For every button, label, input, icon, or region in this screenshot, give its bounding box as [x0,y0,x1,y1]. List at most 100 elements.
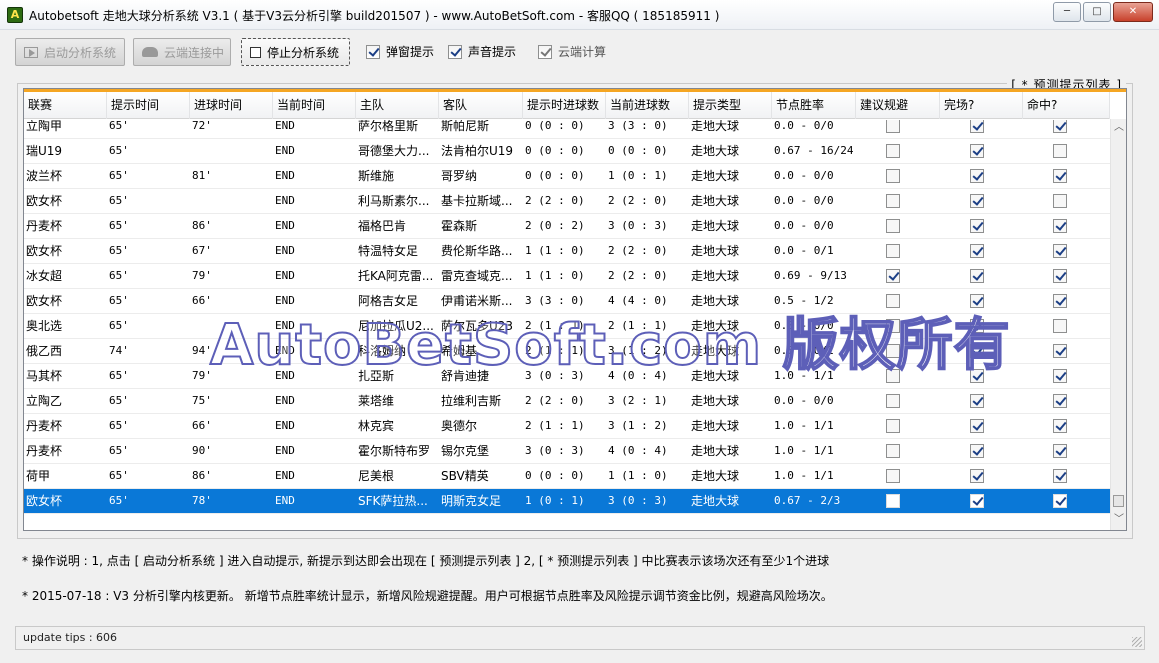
header-tip-time-col[interactable]: 提示时间 [107,92,190,119]
scroll-up-icon[interactable]: ︿ [1114,123,1124,133]
avoid-checkbox[interactable] [886,419,900,433]
finished-checkbox[interactable] [970,344,984,358]
finished-checkbox[interactable] [970,194,984,208]
scroll-down-icon[interactable]: ﹀ [1114,515,1124,525]
finished-checkbox[interactable] [970,219,984,233]
minimize-button[interactable]: ─ [1053,2,1081,22]
avoid-checkbox[interactable] [886,344,900,358]
header-hit-col[interactable]: 命中? [1023,92,1110,119]
table-row[interactable]: 立陶乙 65' 75' END 莱塔维 拉维利吉斯 2 (2 : 0) 3 (2 : 1) 走地… [24,389,1110,414]
tip-time-cell: 65' [109,394,129,407]
table-row[interactable]: 奥北选 65' END 尼加拉瓜U2... 萨尔瓦多U23 2 (1 : 1) 2 (1 :… [24,314,1110,339]
avoid-checkbox[interactable] [886,169,900,183]
header-goal-time-col[interactable]: 进球时间 [190,92,273,119]
hit-checkbox[interactable] [1053,419,1067,433]
table-row[interactable]: 冰女超 65' 79' END 托KA阿克雷... 雷克查域克... 1 (1 : 0) 2 … [24,264,1110,289]
cloud-calc-checkbox[interactable]: 云端计算 [538,43,606,60]
avoid-checkbox[interactable] [886,444,900,458]
hit-checkbox[interactable] [1053,194,1067,208]
header-current-goals-col[interactable]: 当前进球数 [606,92,689,119]
finished-checkbox[interactable] [970,494,984,508]
home-cell: 福格巴肯 [358,219,407,233]
hit-checkbox[interactable] [1053,319,1067,333]
hit-checkbox[interactable] [1053,469,1067,483]
avoid-checkbox[interactable] [886,494,900,508]
table-row[interactable]: 丹麦杯 65' 66' END 林克宾 奥德尔 2 (1 : 1) 3 (1 : 2) 走地大球… [24,414,1110,439]
avoid-checkbox[interactable] [886,194,900,208]
hit-checkbox[interactable] [1053,269,1067,283]
prediction-list[interactable]: 联赛 提示时间 进球时间 当前时间 主队 客队 提示时进球数 当前进球数 提示类型 节点胜率 建议规… [23,88,1127,531]
table-row[interactable]: 丹麦杯 65' 86' END 福格巴肯 霍森斯 2 (0 : 2) 3 (0 : 3) 走地大… [24,214,1110,239]
table-row[interactable]: 波兰杯 65' 81' END 斯维施 哥罗纳 0 (0 : 0) 1 (0 : 1) 走地大球… [24,164,1110,189]
avoid-checkbox[interactable] [886,319,900,333]
hit-checkbox[interactable] [1053,120,1067,133]
header-current-time-col[interactable]: 当前时间 [273,92,356,119]
hit-checkbox[interactable] [1053,344,1067,358]
node-rate-cell: 0.0 - 0/0 [774,194,834,207]
avoid-checkbox[interactable] [886,294,900,308]
header-home-col[interactable]: 主队 [356,92,439,119]
hit-checkbox[interactable] [1053,494,1067,508]
status-bar: update tips : 606 [15,626,1145,650]
finished-checkbox[interactable] [970,419,984,433]
away-cell: 明斯克女足 [441,494,502,508]
header-finished-col[interactable]: 完场? [940,92,1023,119]
finished-checkbox[interactable] [970,444,984,458]
hit-checkbox[interactable] [1053,394,1067,408]
hit-checkbox[interactable] [1053,244,1067,258]
finished-checkbox[interactable] [970,319,984,333]
finished-checkbox[interactable] [970,469,984,483]
hit-checkbox[interactable] [1053,444,1067,458]
header-league-col[interactable]: 联赛 [24,92,107,119]
avoid-checkbox[interactable] [886,219,900,233]
hit-checkbox[interactable] [1053,169,1067,183]
start-analysis-button[interactable]: 启动分析系统 [15,38,125,66]
finished-checkbox[interactable] [970,244,984,258]
league-cell: 俄乙西 [26,344,63,358]
header-avoid-col[interactable]: 建议规避 [856,92,940,119]
finished-checkbox[interactable] [970,394,984,408]
header-away-col[interactable]: 客队 [439,92,523,119]
close-button[interactable]: ✕ [1113,2,1153,22]
table-row[interactable]: 俄乙西 74' 94' END 科洛姆纳 希姆基 2 (1 : 1) 3 (1 : 2) 走地大… [24,339,1110,364]
hit-checkbox[interactable] [1053,144,1067,158]
header-node-rate-col[interactable]: 节点胜率 [772,92,856,119]
finished-checkbox[interactable] [970,144,984,158]
maximize-button[interactable]: □ [1083,2,1111,22]
table-row[interactable]: 立陶甲 65' 72' END 萨尔格里斯 斯帕尼斯 0 (0 : 0) 3 (3 : 0) 走… [24,120,1110,139]
hit-checkbox[interactable] [1053,219,1067,233]
avoid-checkbox[interactable] [886,469,900,483]
table-row[interactable]: 瑞U19 65' END 哥德堡大力... 法肯柏尔U19 0 (0 : 0) 0 (0 :… [24,139,1110,164]
avoid-checkbox[interactable] [886,269,900,283]
finished-checkbox[interactable] [970,169,984,183]
finished-checkbox[interactable] [970,269,984,283]
table-row[interactable]: 马其杯 65' 79' END 扎亞斯 舒肯迪捷 3 (0 : 3) 4 (0 : 4) 走地大… [24,364,1110,389]
finished-checkbox[interactable] [970,294,984,308]
avoid-checkbox[interactable] [886,120,900,133]
avoid-checkbox[interactable] [886,369,900,383]
table-row[interactable]: 欧女杯 65' 66' END 阿格吉女足 伊甫诺米斯... 3 (3 : 0) 4 (4 :… [24,289,1110,314]
finished-checkbox[interactable] [970,369,984,383]
avoid-checkbox[interactable] [886,394,900,408]
table-row[interactable]: 欧女杯 65' END 利马斯素尔... 基卡拉斯域... 2 (2 : 0) 2 (2 :… [24,189,1110,214]
avoid-checkbox[interactable] [886,244,900,258]
table-row[interactable]: 欧女杯 65' 67' END 特温特女足 费伦斯华路... 1 (1 : 0) 2 (2 :… [24,239,1110,264]
cloud-connect-label: 云端连接中 [164,45,225,60]
hit-checkbox[interactable] [1053,294,1067,308]
table-row[interactable]: 荷甲 65' 86' END 尼美根 SBV精英 0 (0 : 0) 1 (1 : 0) 走地大… [24,464,1110,489]
scroll-thumb[interactable] [1113,495,1124,507]
stop-analysis-button[interactable]: 停止分析系统 [241,38,350,66]
tip-goals-cell: 2 (1 : 1) [525,419,585,432]
hit-checkbox[interactable] [1053,369,1067,383]
vertical-scrollbar[interactable]: ︿ ﹀ [1110,119,1126,530]
table-row[interactable]: 丹麦杯 65' 90' END 霍尔斯特布罗 锡尔克堡 3 (0 : 3) 4 (0 : 4)… [24,439,1110,464]
header-tip-type-col[interactable]: 提示类型 [689,92,772,119]
finished-checkbox[interactable] [970,120,984,133]
header-tip-goals-col[interactable]: 提示时进球数 [523,92,606,119]
table-row[interactable]: 欧女杯 65' 78' END SFK萨拉热... 明斯克女足 1 (0 : 1) 3 (0 … [24,489,1110,514]
cloud-connect-button[interactable]: 云端连接中 [133,38,231,66]
resize-grip-icon[interactable] [1132,637,1142,647]
popup-alert-checkbox[interactable]: 弹窗提示 [366,43,434,60]
sound-alert-checkbox[interactable]: 声音提示 [448,43,516,60]
avoid-checkbox[interactable] [886,144,900,158]
